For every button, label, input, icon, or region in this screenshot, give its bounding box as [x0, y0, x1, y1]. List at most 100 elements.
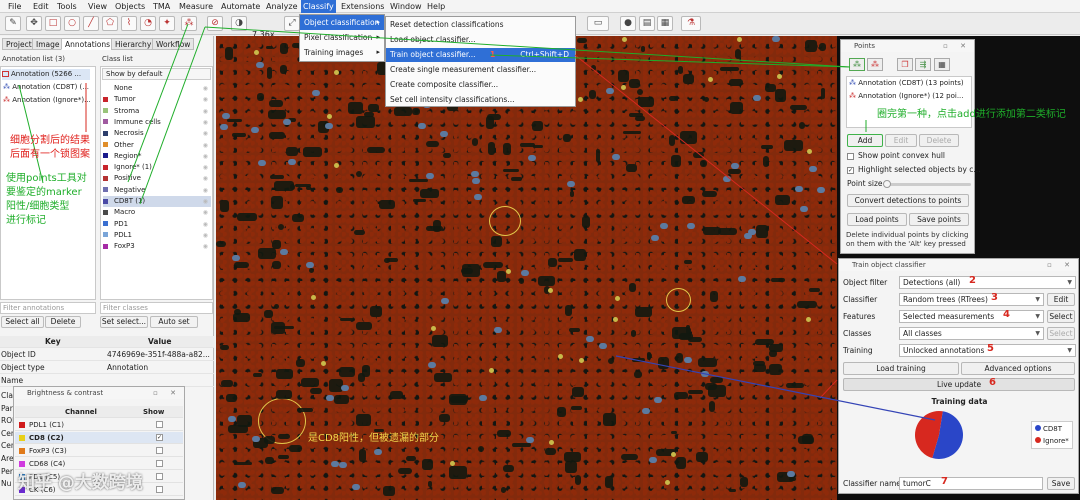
list-item[interactable]: ⁂ Annotation (Ignore*) (12 poi...	[849, 91, 964, 102]
menu-training-images[interactable]: Training images ▸	[300, 45, 384, 60]
polygon-tool-icon[interactable]: ⬠	[102, 16, 118, 31]
grid-icon[interactable]: ▦	[657, 16, 673, 31]
points-share-icon[interactable]: ⇶	[915, 58, 931, 71]
class-item[interactable]: Positive ◉	[103, 173, 211, 184]
class-list[interactable]: Show by default None ◉ Tumor ◉ Stroma ◉ Immune…	[100, 66, 213, 300]
menu-classify[interactable]: Classify	[301, 0, 336, 13]
option-select[interactable]: Detections (all) ▼	[899, 276, 1076, 289]
menu-objects[interactable]: Objects	[113, 0, 147, 13]
save-classifier-button[interactable]: Save	[1047, 477, 1075, 490]
class-item[interactable]: Necrosis ◉	[103, 128, 211, 139]
load-points-button[interactable]: Load points	[847, 213, 907, 226]
contrast-icon[interactable]: ◑	[231, 16, 247, 31]
select-button[interactable]: Select	[1047, 327, 1075, 340]
eye-icon[interactable]: ◉	[203, 185, 208, 196]
points-red-icon[interactable]: ⁂	[867, 58, 883, 71]
class-item[interactable]: Ignore* (1) ◉	[103, 162, 211, 173]
line-tool-icon[interactable]: ╱	[83, 16, 99, 31]
menu-edit[interactable]: Edit	[31, 0, 51, 13]
option-select[interactable]: All classes ▼	[899, 327, 1044, 340]
live-update-button[interactable]: Live update	[843, 378, 1075, 391]
checkbox-icon[interactable]	[156, 421, 163, 428]
eye-icon[interactable]: ◉	[203, 196, 208, 207]
tab-annotations[interactable]: Annotations	[61, 38, 115, 50]
points-table-icon[interactable]: ▦	[934, 58, 950, 71]
checkbox-icon[interactable]	[156, 486, 163, 493]
menu-extensions[interactable]: Extensions	[339, 0, 386, 13]
class-item[interactable]: Stroma ◉	[103, 106, 211, 117]
checkbox-checked-icon[interactable]: ✓	[156, 434, 163, 441]
window-controls-icon[interactable]: ▫ ✕	[943, 40, 971, 52]
eye-icon[interactable]: ◉	[203, 140, 208, 151]
menu-measure[interactable]: Measure	[177, 0, 215, 13]
class-item[interactable]: Negative ◉	[103, 185, 211, 196]
select-all-button[interactable]: Select all	[1, 316, 44, 328]
wand-tool-icon[interactable]: ✦	[159, 16, 175, 31]
eye-icon[interactable]: ◉	[203, 106, 208, 117]
select-button[interactable]: Select	[1047, 310, 1075, 323]
eye-icon[interactable]: ◉	[203, 230, 208, 241]
auto-set-button[interactable]: Auto set	[150, 316, 198, 328]
eye-icon[interactable]: ◉	[203, 162, 208, 173]
move-tool-icon[interactable]: ✎	[5, 16, 21, 31]
menu-create-single-measurement-classifier[interactable]: Create single measurement classifier...	[386, 63, 575, 77]
show-by-default-select[interactable]: Show by default	[102, 68, 211, 80]
menu-load-object-classifier[interactable]: Load object classifier...	[386, 33, 575, 47]
menu-help[interactable]: Help	[425, 0, 447, 13]
ellipse-tool-icon[interactable]: ○	[64, 16, 80, 31]
tab-image[interactable]: Image	[32, 38, 64, 50]
eye-icon[interactable]: ◉	[203, 219, 208, 230]
add-button[interactable]: Add	[847, 134, 883, 147]
class-item[interactable]: PDL1 ◉	[103, 230, 211, 241]
menu-analyze[interactable]: Analyze	[264, 0, 300, 13]
tab-hierarchy[interactable]: Hierarchy	[111, 38, 156, 50]
menu-tools[interactable]: Tools	[55, 0, 79, 13]
class-item[interactable]: PD1 ◉	[103, 219, 211, 230]
show-convex-hull-checkbox[interactable]: Show point convex hull	[847, 150, 945, 162]
option-select[interactable]: Random trees (RTrees) ▼	[899, 293, 1044, 306]
list-item[interactable]: Annotation (5266 ...	[2, 69, 90, 80]
class-item[interactable]: None ◉	[103, 83, 211, 94]
channel-row[interactable]: FoxP3 (C3)	[15, 445, 183, 457]
info-icon[interactable]: ●	[620, 16, 636, 31]
tab-workflow[interactable]: Workflow	[152, 38, 195, 50]
class-item[interactable]: Immune cells ◉	[103, 117, 211, 128]
eye-icon[interactable]: ◉	[203, 94, 208, 105]
list-item[interactable]: ⁂ Annotation (Ignore*)...	[3, 95, 91, 106]
window-controls-icon[interactable]: ▫ ✕	[153, 387, 181, 399]
move-icon[interactable]: ✥	[26, 16, 42, 31]
eye-icon[interactable]: ◉	[203, 207, 208, 218]
points-copy-icon[interactable]: ❐	[897, 58, 913, 71]
set-select-button[interactable]: Set select...	[100, 316, 148, 328]
menu-train-object-classifier[interactable]: Train object classifier... 1 Ctrl+Shift+D	[386, 48, 575, 62]
menu-view[interactable]: View	[86, 0, 109, 13]
filter-annotations-input[interactable]: Filter annotations	[0, 302, 96, 314]
eye-icon[interactable]: ◉	[203, 128, 208, 139]
classifier-name-input[interactable]: tumorC	[899, 477, 1043, 490]
menu-create-composite-classifier[interactable]: Create composite classifier...	[386, 78, 575, 92]
point-size-slider[interactable]	[883, 180, 971, 188]
highlight-selected-checkbox[interactable]: ✓ Highlight selected objects by c...	[847, 164, 981, 176]
checkbox-icon[interactable]	[156, 473, 163, 480]
edit-button[interactable]: Edit	[1047, 293, 1075, 306]
class-item[interactable]: Other ◉	[103, 140, 211, 151]
selection-mode-icon[interactable]: ⊘	[207, 16, 223, 31]
advanced-options-button[interactable]: Advanced options	[961, 362, 1075, 375]
channel-row[interactable]: PDL1 (C1)	[15, 419, 183, 431]
display-icon[interactable]: ▭	[587, 16, 609, 31]
save-points-button[interactable]: Save points	[909, 213, 969, 226]
eye-icon[interactable]: ◉	[203, 241, 208, 252]
slider-handle[interactable]	[883, 180, 891, 188]
channel-row[interactable]: CD8 (C2) ✓	[15, 432, 183, 444]
class-item[interactable]: CD8T (1) ◉	[103, 196, 211, 207]
menu-reset-detection-classifications[interactable]: Reset detection classifications	[386, 18, 575, 32]
eye-icon[interactable]: ◉	[203, 151, 208, 162]
menu-set-cell-intensity-classifications[interactable]: Set cell intensity classifications...	[386, 93, 575, 107]
table-icon[interactable]: ▤	[639, 16, 655, 31]
menu-object-classification[interactable]: Object classification ▸	[300, 15, 384, 30]
option-select[interactable]: Selected measurements ▼	[899, 310, 1044, 323]
window-controls-icon[interactable]: ▫ ✕	[1047, 259, 1075, 271]
checkbox-icon[interactable]	[156, 447, 163, 454]
menu-file[interactable]: File	[6, 0, 23, 13]
filter-classes-input[interactable]: Filter classes	[100, 302, 213, 314]
